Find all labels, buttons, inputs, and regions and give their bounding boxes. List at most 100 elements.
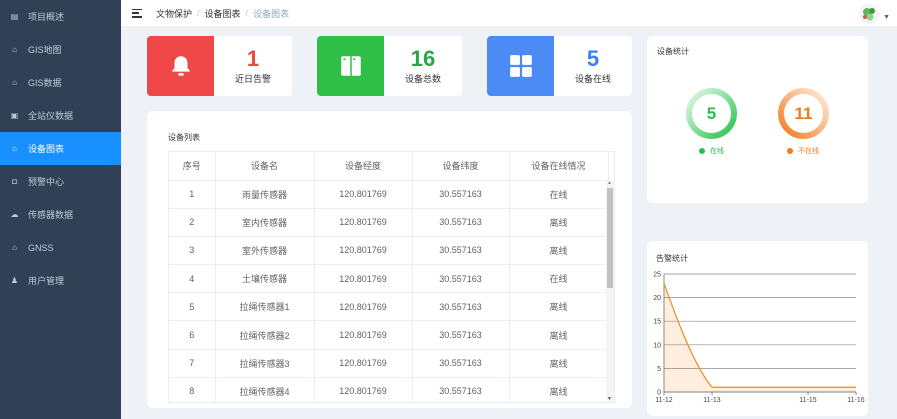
table-body: 1 雨量传感器 120.801769 30.557163 在线 2 室内传感器 120.801…: [169, 180, 609, 402]
stat-card-devices: 16 设备总数: [317, 36, 462, 96]
table-cell: 120.801769: [314, 377, 413, 402]
table-cell: 120.801769: [314, 292, 413, 322]
sidebar-item[interactable]: ♟ 用户管理: [0, 264, 121, 297]
x-tick-label: 11-16: [847, 397, 864, 404]
user-icon: ♟: [10, 276, 19, 285]
breadcrumb-item[interactable]: 设备图表: [205, 7, 241, 20]
offline-ring-value: 11: [794, 103, 813, 123]
chevron-down-icon[interactable]: ▼: [883, 14, 890, 21]
stat-card-online: 5 设备在线: [487, 36, 632, 96]
device-table[interactable]: 序号 设备名 设备经度 设备纬度 设备在线情况 1 雨量传感器 120.801769 30.5…: [168, 151, 615, 403]
scrollbar-thumb[interactable]: [607, 188, 613, 288]
breadcrumb: 文物保护 / 设备图表 / 设备图表: [156, 7, 289, 20]
table-cell: 7: [169, 349, 216, 378]
table-cell: 30.557163: [412, 377, 510, 402]
sidebar-item[interactable]: ⌂ GIS地图: [0, 33, 121, 66]
sidebar-item-label: 预警中心: [28, 177, 65, 187]
online-count: 5: [586, 46, 600, 71]
alarm-area: [664, 283, 856, 392]
table-scrollbar[interactable]: ▲ ▼: [606, 180, 614, 402]
y-tick-label: 0: [657, 390, 661, 397]
scroll-up-icon[interactable]: ▲: [607, 180, 612, 186]
table-cell: 室内传感器: [215, 208, 315, 237]
table-cell: 室外传感器: [215, 236, 315, 266]
sensor-icon: ☁: [10, 210, 19, 219]
table-cell: 4: [169, 264, 216, 294]
table-cell: 120.801769: [314, 236, 413, 266]
devices-count: 16: [410, 46, 436, 71]
sidebar-item[interactable]: ⌂ 设备图表: [0, 132, 121, 165]
table-cell: 30.557163: [412, 320, 510, 350]
online-dot: [699, 148, 705, 154]
offline-legend: 不在线: [787, 146, 819, 156]
bell-icon: [147, 36, 214, 96]
y-tick-label: 5: [657, 366, 661, 373]
table-row[interactable]: 2 室内传感器 120.801769 30.557163 离线: [169, 208, 609, 237]
table-row[interactable]: 6 拉绳传感器2 120.801769 30.557163 离线: [169, 320, 609, 350]
sidebar-item-label: 全站仪数据: [28, 111, 74, 121]
map-icon: ⌂: [12, 45, 17, 54]
breadcrumb-separator: /: [245, 8, 249, 18]
sidebar-item-label: GIS数据: [28, 78, 62, 88]
scroll-down-icon[interactable]: ▼: [607, 396, 612, 402]
sidebar-item[interactable]: ◘ 预警中心: [0, 165, 121, 198]
device-stats-card: 设备统计 5 11 在线 不在线: [647, 36, 868, 203]
sidebar-item[interactable]: ▤ 项目概述: [0, 0, 121, 33]
sidebar-item-label: GIS地图: [28, 45, 62, 55]
table-header-cell: 设备纬度: [412, 152, 510, 181]
table-header-cell: 设备在线情况: [509, 152, 609, 181]
online-legend-label: 在线: [710, 148, 724, 155]
table-cell: 5: [169, 292, 216, 322]
dashboard-icon: ▤: [10, 12, 19, 21]
device-icon: [317, 36, 384, 96]
devices-label: 设备总数: [404, 74, 441, 84]
sidebar-item[interactable]: ▣ 全站仪数据: [0, 99, 121, 132]
sidebar-item[interactable]: ⌂ GNSS: [0, 231, 121, 264]
data-icon: ⌂: [12, 78, 17, 87]
table-cell: 拉绳传感器4: [215, 377, 315, 402]
table-cell: 120.801769: [314, 180, 413, 209]
y-tick-label: 20: [653, 295, 661, 302]
table-cell: 离线: [509, 349, 609, 378]
table-cell: 拉绳传感器1: [215, 292, 315, 322]
online-legend: 在线: [699, 146, 724, 156]
x-tick-label: 11-15: [799, 397, 816, 404]
y-tick-label: 15: [653, 319, 661, 326]
table-row[interactable]: 8 拉绳传感器4 120.801769 30.557163 离线: [169, 377, 609, 402]
breadcrumb-item[interactable]: 文物保护: [156, 7, 192, 20]
table-cell: 雨量传感器: [215, 180, 315, 209]
table-cell: 1: [169, 180, 216, 209]
table-cell: 土壤传感器: [215, 264, 315, 294]
sidebar-item-label: 项目概述: [28, 12, 65, 22]
alerts-count: 1: [246, 46, 260, 71]
table-row[interactable]: 7 拉绳传感器3 120.801769 30.557163 离线: [169, 349, 609, 378]
table-header-row: 序号 设备名 设备经度 设备纬度 设备在线情况: [169, 152, 609, 181]
device-list-title: 设备列表: [168, 133, 200, 142]
sidebar: ▤ 项目概述 ⌂ GIS地图 ⌂ GIS数据 ▣ 全站仪数据 ⌂ 设备图表 ◘ 预警中心 ☁ 传感器数据 ⌂…: [0, 0, 121, 419]
table-row[interactable]: 3 室外传感器 120.801769 30.557163 离线: [169, 236, 609, 266]
table-cell: 120.801769: [314, 349, 413, 378]
sidebar-item-label: 传感器数据: [28, 210, 74, 220]
table-row[interactable]: 1 雨量传感器 120.801769 30.557163 在线: [169, 180, 609, 209]
table-cell: 8: [169, 377, 216, 402]
alerts-label: 近日告警: [234, 74, 271, 84]
avatar[interactable]: [859, 4, 879, 24]
sidebar-item[interactable]: ⌂ GIS数据: [0, 66, 121, 99]
table-header-cell: 设备名: [215, 152, 315, 181]
sidebar-item-label: 用户管理: [28, 276, 65, 286]
device-list-card: 设备列表 序号 设备名 设备经度 设备纬度 设备在线情况 1 雨量传感器 120.80176…: [147, 111, 632, 408]
table-cell: 30.557163: [412, 208, 510, 237]
table-row[interactable]: 4 土壤传感器 120.801769 30.557163 在线: [169, 264, 609, 294]
alert-icon: ◘: [12, 177, 17, 186]
stat-card-alerts: 1 近日告警: [147, 36, 292, 96]
y-tick-label: 10: [653, 342, 661, 349]
sidebar-item[interactable]: ☁ 传感器数据: [0, 198, 121, 231]
breadcrumb-separator: /: [197, 8, 200, 18]
table-row[interactable]: 5 拉绳传感器1 120.801769 30.557163 离线: [169, 292, 609, 322]
table-cell: 在线: [509, 180, 609, 209]
table-cell: 离线: [509, 236, 609, 266]
menu-toggle-icon[interactable]: [132, 8, 142, 18]
online-ring-value: 5: [706, 103, 717, 123]
chart-icon: ⌂: [12, 144, 17, 153]
table-header-cell: 序号: [169, 152, 216, 181]
